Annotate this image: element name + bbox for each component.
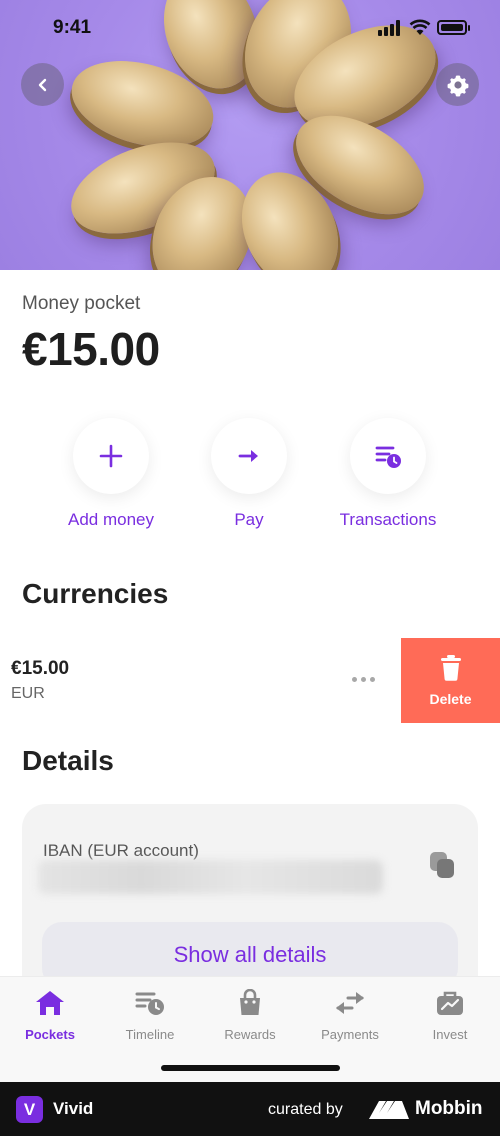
pay-button[interactable] xyxy=(211,418,287,494)
timeline-icon xyxy=(135,992,164,1015)
add-money-label: Add money xyxy=(68,510,154,529)
tab-payments[interactable]: Payments xyxy=(300,987,400,1042)
tab-rewards[interactable]: Rewards xyxy=(200,987,300,1042)
tab-label: Pockets xyxy=(25,1027,75,1042)
currency-code: EUR xyxy=(11,685,45,702)
pay-action[interactable]: Pay xyxy=(174,418,324,530)
attribution-footer: V Vivid curated by Mobbin xyxy=(0,1082,500,1136)
currency-amount: €15.00 xyxy=(11,658,70,679)
tab-pockets[interactable]: Pockets xyxy=(0,987,100,1042)
add-money-action[interactable]: Add money xyxy=(36,418,186,530)
add-money-button[interactable] xyxy=(73,418,149,494)
pocket-name: Money pocket xyxy=(22,293,141,314)
hero-banner: 9:41 xyxy=(0,0,500,270)
home-icon xyxy=(36,991,64,1015)
transactions-button[interactable] xyxy=(350,418,426,494)
details-heading: Details xyxy=(22,745,114,776)
status-time: 9:41 xyxy=(53,17,92,38)
invest-briefcase-icon xyxy=(437,991,463,1015)
gear-icon xyxy=(447,75,468,96)
arrow-right-icon xyxy=(238,450,258,462)
back-button[interactable] xyxy=(21,63,64,106)
settings-button[interactable] xyxy=(436,63,479,106)
chevron-left-icon xyxy=(38,78,46,91)
tab-label: Payments xyxy=(321,1027,379,1042)
tab-timeline[interactable]: Timeline xyxy=(100,987,200,1042)
brand-name: Mobbin xyxy=(415,1098,483,1119)
transactions-action[interactable]: Transactions xyxy=(313,418,463,530)
iban-label: IBAN (EUR account) xyxy=(43,841,199,860)
app-logo: V xyxy=(16,1096,43,1123)
currencies-heading: Currencies xyxy=(22,578,169,609)
currency-row[interactable]: €15.00 EUR Delete xyxy=(0,638,500,723)
plus-icon xyxy=(99,444,123,468)
curated-by-text: curated by xyxy=(268,1101,343,1118)
shopping-bag-icon xyxy=(240,989,260,1015)
copy-icon[interactable] xyxy=(428,850,456,880)
home-indicator xyxy=(161,1065,340,1071)
tab-label: Timeline xyxy=(125,1027,175,1042)
transfer-arrows-icon xyxy=(336,992,364,1014)
trash-icon xyxy=(440,654,461,681)
delete-currency-button[interactable]: Delete xyxy=(401,638,500,723)
iban-value-redacted xyxy=(38,860,383,894)
tab-label: Rewards xyxy=(224,1027,276,1042)
signal-icon xyxy=(378,20,404,36)
transactions-label: Transactions xyxy=(339,510,437,529)
pocket-balance: €15.00 xyxy=(22,323,160,375)
tab-label: Invest xyxy=(432,1027,468,1042)
quick-actions: Add money Pay Transactions xyxy=(0,418,500,538)
battery-icon xyxy=(437,20,470,35)
transactions-icon xyxy=(375,446,401,468)
status-bar: 9:41 xyxy=(0,0,500,56)
pay-label: Pay xyxy=(234,510,264,529)
wifi-icon xyxy=(409,19,431,35)
delete-label: Delete xyxy=(429,690,472,707)
mobbin-logo-icon xyxy=(369,1101,409,1119)
more-dots-icon[interactable] xyxy=(351,674,377,684)
app-name: Vivid xyxy=(53,1099,94,1118)
tab-invest[interactable]: Invest xyxy=(400,987,500,1042)
